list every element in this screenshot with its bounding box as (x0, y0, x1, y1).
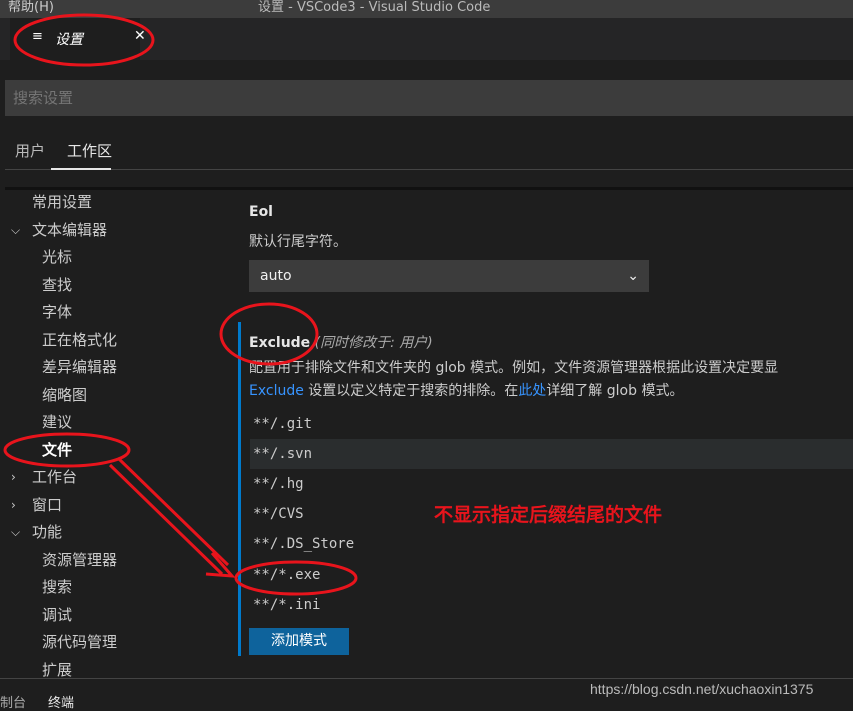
annotation-ellipse-tab (13, 13, 155, 67)
annotation-ellipse-exclude (219, 302, 319, 366)
annotation-ellipse-files (3, 432, 131, 468)
panel-tab-console[interactable]: 制台 (0, 692, 26, 711)
annotation-ellipse-exe (234, 560, 358, 596)
watermark: https://blog.csdn.net/xuchaoxin1375 (590, 681, 814, 697)
panel-tab-terminal[interactable]: 终端 (48, 692, 74, 711)
annotation-arrow (108, 456, 236, 578)
annotation-overlay (3, 13, 358, 596)
